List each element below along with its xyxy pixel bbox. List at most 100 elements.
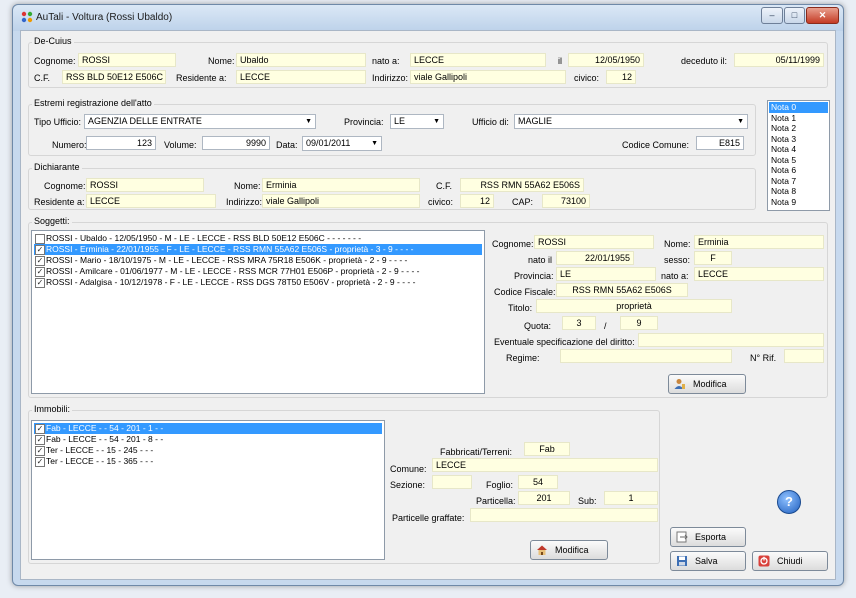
checkbox[interactable]: ✓ <box>35 435 45 445</box>
particelle-graffate-field[interactable] <box>470 508 658 522</box>
list-item[interactable]: ✓ Fab - LECCE - - 54 - 201 - 1 - - <box>34 423 382 434</box>
dichiarante-civico-field[interactable]: 12 <box>460 194 494 208</box>
list-item[interactable]: ✓ Fab - LECCE - - 54 - 201 - 8 - - <box>34 434 382 445</box>
help-button[interactable]: ? <box>777 490 801 514</box>
dichiarante-cap-field[interactable]: 73100 <box>542 194 590 208</box>
soggetto-sesso-field[interactable]: F <box>694 251 732 265</box>
foglio-field[interactable]: 54 <box>518 475 558 489</box>
dichiarante-indirizzo-field[interactable]: viale Gallipoli <box>262 194 420 208</box>
immobili-listbox[interactable]: ✓ Fab - LECCE - - 54 - 201 - 1 - - ✓ Fab -… <box>31 420 385 560</box>
close-icon <box>758 555 770 567</box>
dichiarante-group-label: Dichiarante <box>32 162 82 172</box>
comune-label: Comune: <box>390 464 427 474</box>
checkbox[interactable]: ✓ <box>35 256 45 266</box>
soggetto-cognome-field[interactable]: ROSSI <box>534 235 654 249</box>
de-cuius-residente-field[interactable]: LECCE <box>236 70 366 84</box>
note-item[interactable]: Nota 1 <box>769 113 828 124</box>
de-cuius-cf-field[interactable]: RSS BLD 50E12 E506C <box>62 70 166 84</box>
dichiarante-residente-field[interactable]: LECCE <box>86 194 216 208</box>
soggetto-nome-field[interactable]: Erminia <box>694 235 824 249</box>
note-item[interactable]: Nota 3 <box>769 134 828 145</box>
salva-button[interactable]: Salva <box>670 551 746 571</box>
de-cuius-nato-a-field[interactable]: LECCE <box>410 53 546 67</box>
tipo-ufficio-select[interactable]: AGENZIA DELLE ENTRATE ▼ <box>84 114 316 129</box>
checkbox[interactable]: ✓ <box>35 424 45 434</box>
dichiarante-cognome-field[interactable]: ROSSI <box>86 178 204 192</box>
dichiarante-cf-field[interactable]: RSS RMN 55A62 E506S <box>460 178 584 192</box>
data-date-picker[interactable]: 09/01/2011 ▼ <box>302 136 382 151</box>
nome-label: Nome: <box>234 181 261 191</box>
volume-field[interactable]: 9990 <box>202 136 270 150</box>
de-cuius-indirizzo-field[interactable]: viale Gallipoli <box>410 70 566 84</box>
soggetti-listbox[interactable]: ROSSI - Ubaldo - 12/05/1950 - M - LE - L… <box>31 230 485 394</box>
residente-label: Residente a: <box>176 73 227 83</box>
regime-field[interactable] <box>560 349 732 363</box>
particella-field[interactable]: 201 <box>518 491 570 505</box>
list-item[interactable]: ✓ ROSSI - Adalgisa - 10/12/1978 - F - LE … <box>34 277 482 288</box>
dichiarante-nome-field[interactable]: Erminia <box>262 178 420 192</box>
nrif-field[interactable] <box>784 349 824 363</box>
residente-label: Residente a: <box>34 197 85 207</box>
note-item[interactable]: Nota 2 <box>769 123 828 134</box>
note-item[interactable]: Nota 6 <box>769 165 828 176</box>
sezione-field[interactable] <box>432 475 472 489</box>
esporta-button[interactable]: Esporta <box>670 527 746 547</box>
de-cuius-civico-field[interactable]: 12 <box>606 70 636 84</box>
note-item[interactable]: Nota 4 <box>769 144 828 155</box>
note-item[interactable]: Nota 8 <box>769 186 828 197</box>
fabbricati-terreni-field[interactable]: Fab <box>524 442 570 456</box>
checkbox[interactable]: ✓ <box>35 457 45 467</box>
list-item[interactable]: ✓ ROSSI - Erminia - 22/01/1955 - F - LE -… <box>34 244 482 255</box>
note-item[interactable]: Nota 0 <box>769 102 828 113</box>
checkbox[interactable]: ✓ <box>35 267 45 277</box>
numero-field[interactable]: 123 <box>86 136 156 150</box>
chiudi-button[interactable]: Chiudi <box>752 551 828 571</box>
provincia-select[interactable]: LE ▼ <box>390 114 444 129</box>
list-item[interactable]: ROSSI - Ubaldo - 12/05/1950 - M - LE - L… <box>34 233 482 244</box>
checkbox[interactable]: ✓ <box>35 245 45 255</box>
note-item[interactable]: Nota 7 <box>769 176 828 187</box>
de-cuius-cognome-field[interactable]: ROSSI <box>78 53 176 67</box>
checkbox[interactable]: ✓ <box>35 278 45 288</box>
cognome-label: Cognome: <box>34 56 76 66</box>
soggetto-titolo-field[interactable]: proprietà <box>536 299 732 313</box>
cap-label: CAP: <box>512 197 534 207</box>
list-item[interactable]: ✓ Ter - LECCE - - 15 - 245 - - - <box>34 445 382 456</box>
de-cuius-nome-field[interactable]: Ubaldo <box>236 53 366 67</box>
nato-il-label: nato il <box>528 255 553 265</box>
soggetto-nato-a-field[interactable]: LECCE <box>694 267 824 281</box>
soggetto-nato-il-field[interactable]: 22/01/1955 <box>556 251 634 265</box>
list-item[interactable]: ✓ ROSSI - Mario - 18/10/1975 - M - LE - L… <box>34 255 482 266</box>
volume-label: Volume: <box>164 140 197 150</box>
soggetti-modifica-button[interactable]: Modifica <box>668 374 746 394</box>
ufficio-label: Ufficio di: <box>472 117 509 127</box>
de-cuius-death-date-field[interactable]: 05/11/1999 <box>734 53 824 67</box>
specificazione-field[interactable] <box>638 333 824 347</box>
maximize-button[interactable]: □ <box>784 7 805 24</box>
ufficio-select[interactable]: MAGLIE ▼ <box>514 114 748 129</box>
quota-denominator-field[interactable]: 9 <box>620 316 658 330</box>
de-cuius-birth-date-field[interactable]: 12/05/1950 <box>568 53 644 67</box>
sub-field[interactable]: 1 <box>604 491 658 505</box>
tipo-ufficio-label: Tipo Ufficio: <box>34 117 82 127</box>
list-item[interactable]: ✓ ROSSI - Amilcare - 01/06/1977 - M - LE … <box>34 266 482 277</box>
note-item[interactable]: Nota 5 <box>769 155 828 166</box>
checkbox[interactable] <box>35 234 45 244</box>
quota-numerator-field[interactable]: 3 <box>562 316 596 330</box>
de-cuius-group-label: De-Cuius <box>32 36 74 46</box>
immobile-comune-field[interactable]: LECCE <box>432 458 658 472</box>
minimize-button[interactable]: – <box>761 7 783 24</box>
close-window-button[interactable]: ✕ <box>806 7 839 24</box>
save-icon <box>677 556 687 566</box>
data-label: Data: <box>276 140 298 150</box>
soggetto-cf-field[interactable]: RSS RMN 55A62 E506S <box>556 283 688 297</box>
window-title: AuTali - Voltura (Rossi Ubaldo) <box>36 12 173 23</box>
list-item[interactable]: ✓ Ter - LECCE - - 15 - 365 - - - <box>34 456 382 467</box>
cognome-label: Cognome: <box>44 181 86 191</box>
soggetto-provincia-field[interactable]: LE <box>556 267 656 281</box>
checkbox[interactable]: ✓ <box>35 446 45 456</box>
codice-comune-field[interactable]: E815 <box>696 136 744 150</box>
note-listbox[interactable]: Nota 0 Nota 1 Nota 2 Nota 3 Nota 4 Nota … <box>767 100 830 211</box>
immobili-modifica-button[interactable]: Modifica <box>530 540 608 560</box>
note-item[interactable]: Nota 9 <box>769 197 828 208</box>
